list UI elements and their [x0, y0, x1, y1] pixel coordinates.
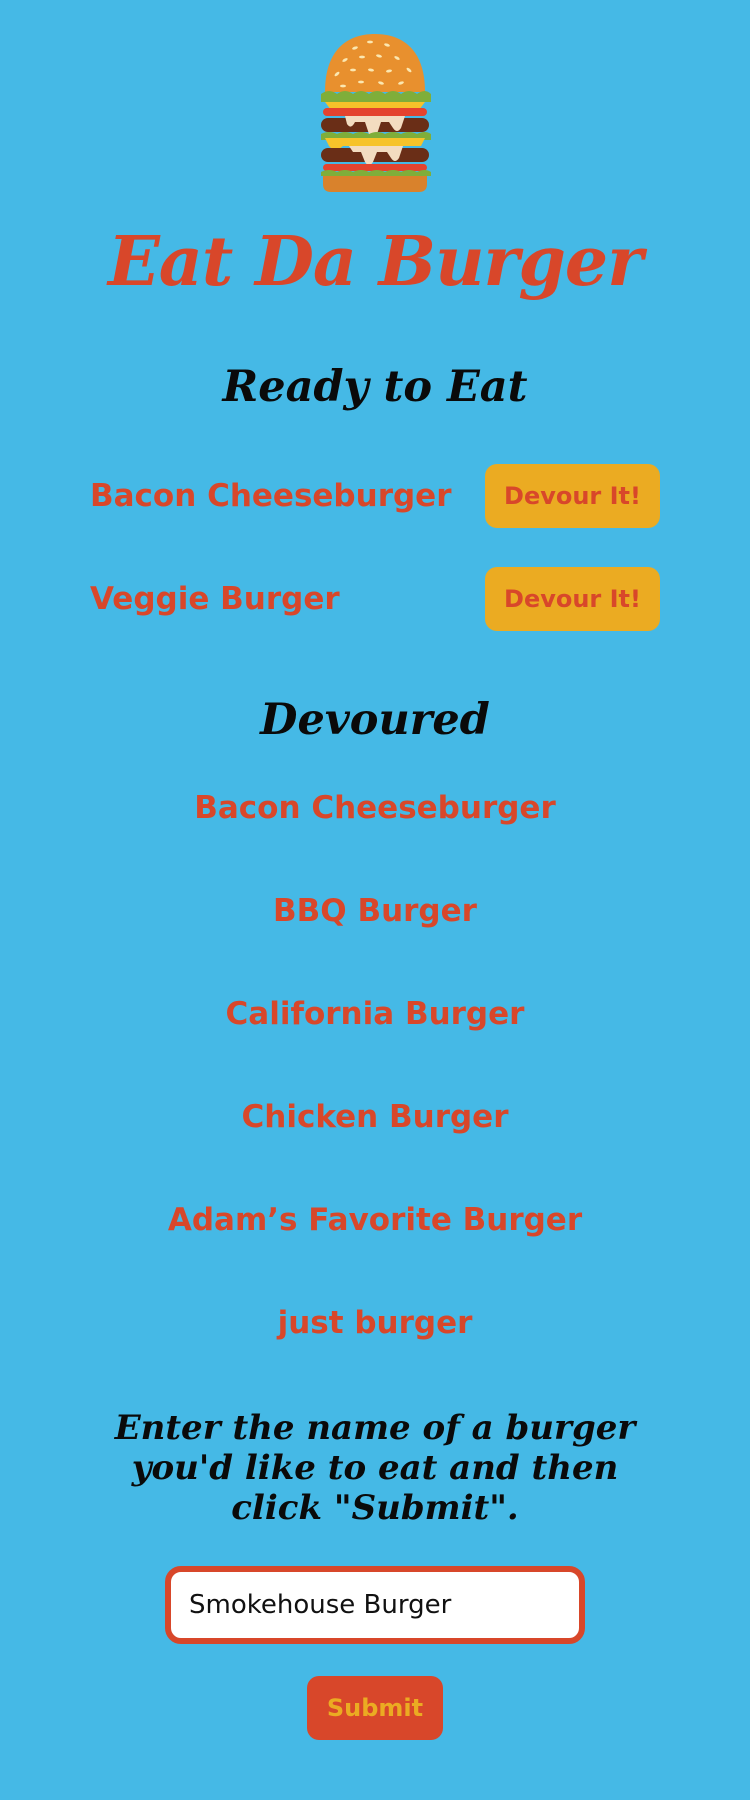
ready-burger-name: Bacon Cheeseburger	[90, 478, 452, 514]
devoured-burger-item: Chicken Burger	[241, 1099, 509, 1135]
devoured-heading: Devoured	[260, 695, 490, 745]
page-title: Eat Da Burger	[107, 222, 643, 302]
form-instructions: Enter the name of a burger you'd like to…	[114, 1408, 636, 1528]
devour-button[interactable]: Devour It!	[485, 567, 660, 631]
burger-name-input[interactable]	[165, 1566, 585, 1644]
devoured-burger-item: just burger	[277, 1305, 473, 1341]
page: Eat Da Burger Ready to Eat Bacon Cheeseb…	[0, 0, 750, 1800]
devour-button[interactable]: Devour It!	[485, 464, 660, 528]
devoured-burger-item: California Burger	[225, 996, 525, 1032]
submit-button[interactable]: Submit	[307, 1676, 443, 1740]
ready-burger-name: Veggie Burger	[90, 581, 340, 617]
devoured-burger-item: Adam’s Favorite Burger	[167, 1202, 583, 1238]
devoured-burger-item: Bacon Cheeseburger	[194, 790, 556, 826]
burger-icon	[321, 34, 431, 192]
devoured-burger-item: BBQ Burger	[273, 893, 477, 929]
ready-to-eat-heading: Ready to Eat	[222, 362, 528, 412]
ready-burger-row: Veggie Burger Devour It!	[90, 567, 660, 631]
ready-burger-row: Bacon Cheeseburger Devour It!	[90, 464, 660, 528]
devoured-list: Bacon Cheeseburger BBQ Burger California…	[0, 790, 750, 1408]
